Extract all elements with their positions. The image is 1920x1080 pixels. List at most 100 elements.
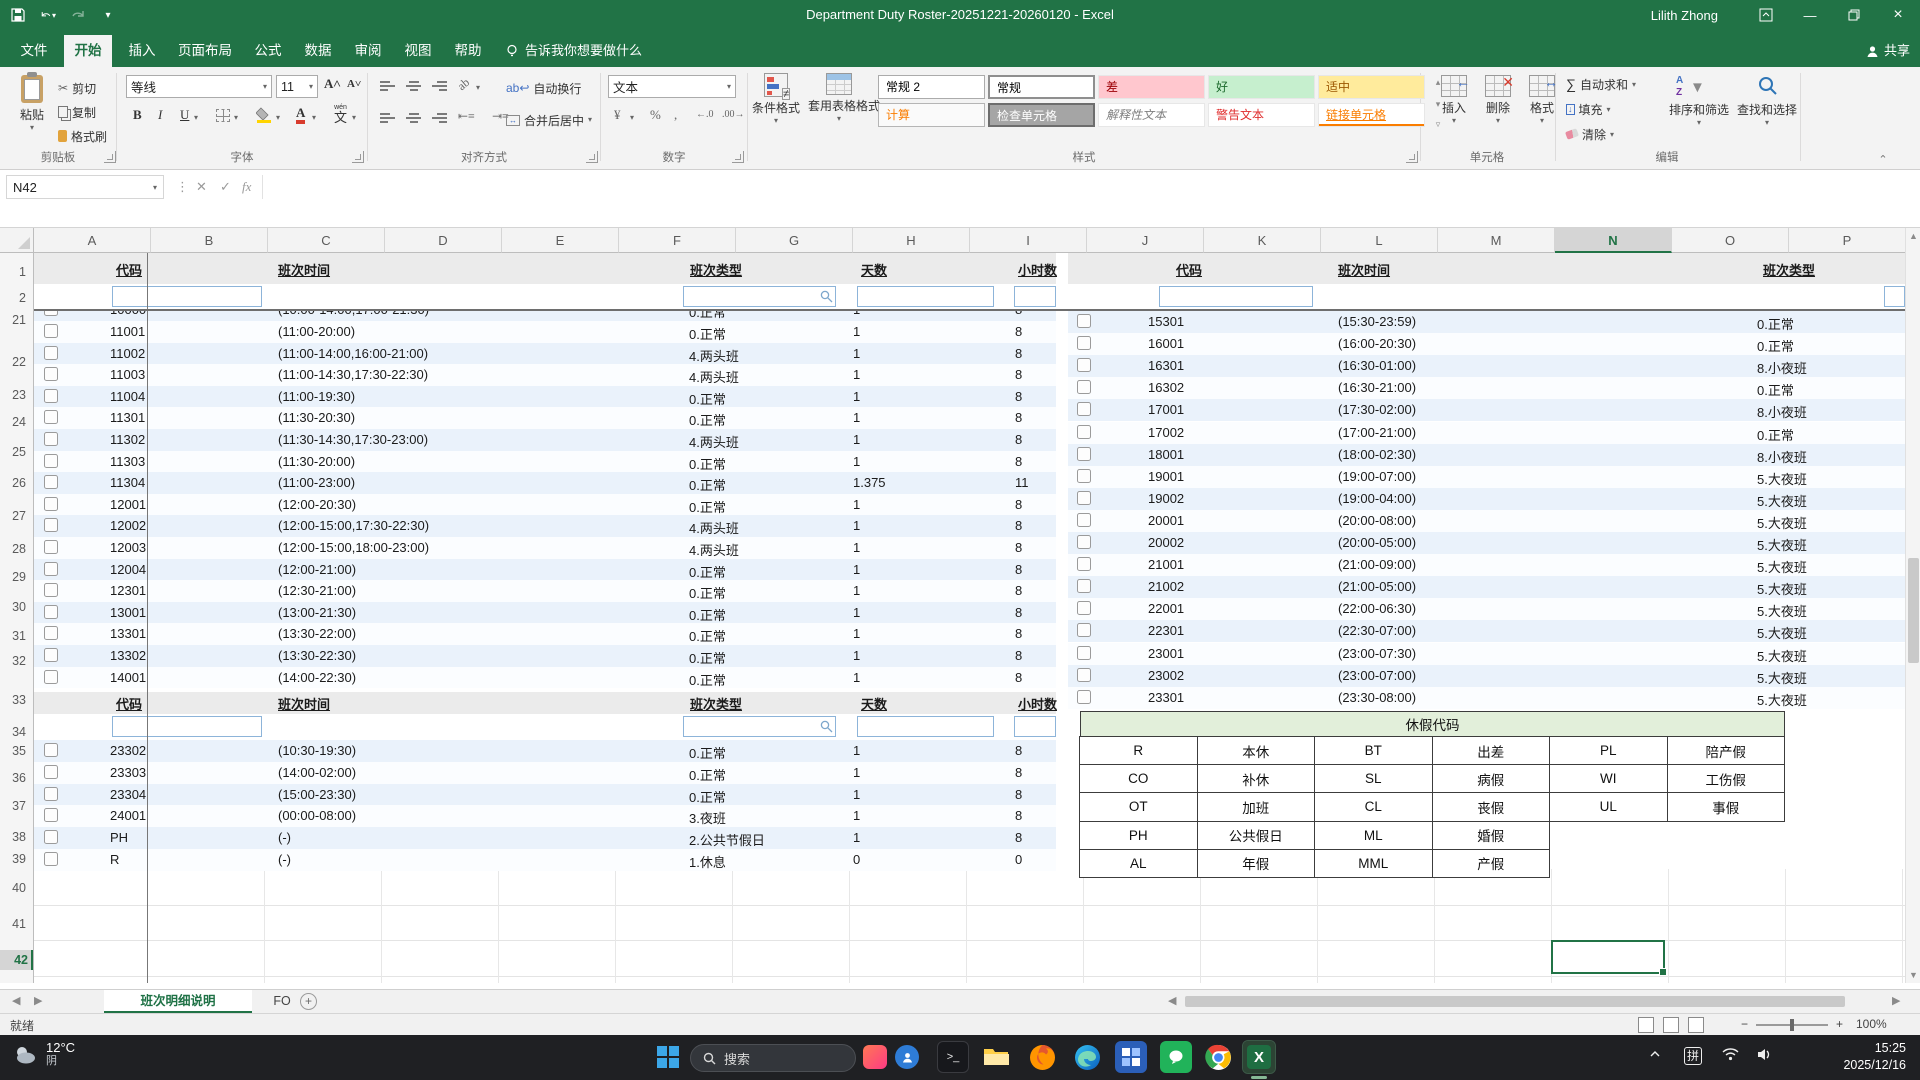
phonetic-caret-icon[interactable]: ▾ <box>352 113 356 122</box>
row-checkbox[interactable] <box>1077 690 1091 704</box>
row-checkbox[interactable] <box>44 540 58 554</box>
sheet-nav-right-icon[interactable]: ▶ <box>34 994 42 1007</box>
row-header-23[interactable]: 23 <box>0 385 30 405</box>
table-row[interactable]: 11003(11:00-14:30,17:30-22:30)4.两头班18 <box>34 364 1056 386</box>
row-header-38[interactable]: 38 <box>0 827 30 847</box>
row-header-39[interactable]: 39 <box>0 849 30 869</box>
row-checkbox[interactable] <box>44 389 58 403</box>
row-header-22[interactable]: 22 <box>0 352 30 372</box>
table-row[interactable]: 23001(23:00-07:30)5.大夜班 <box>1068 643 1905 665</box>
fill-button[interactable]: ↓填充▾ <box>1566 100 1611 118</box>
table-row[interactable]: 16301(16:30-01:00)8.小夜班 <box>1068 355 1905 377</box>
filter-input-code[interactable] <box>112 716 262 737</box>
dialog-launcher-clipboard-icon[interactable] <box>104 151 116 163</box>
column-header-J[interactable]: J <box>1087 228 1204 253</box>
zoom-in-icon[interactable]: + <box>1836 1017 1843 1031</box>
clear-button[interactable]: 清除▾ <box>1566 125 1614 143</box>
decrease-indent-icon[interactable]: ⇤≡ <box>458 109 475 124</box>
underline-icon[interactable]: U <box>180 107 189 123</box>
align-top-icon[interactable] <box>380 79 395 93</box>
column-header-M[interactable]: M <box>1438 228 1555 253</box>
percent-icon[interactable]: % <box>650 107 661 123</box>
decrease-decimal-icon[interactable]: .00→ <box>722 109 745 120</box>
table-row[interactable]: 10000(10:00-14:00,17:00-21:30)0.正常18 <box>34 309 1056 321</box>
row-checkbox[interactable] <box>1077 402 1091 416</box>
cancel-formula-icon[interactable]: ✕ <box>196 175 207 199</box>
row-checkbox[interactable] <box>44 583 58 597</box>
table-row[interactable]: 13301(13:30-22:00)0.正常18 <box>34 623 1056 645</box>
sheet-nav-left-icon[interactable]: ◀ <box>12 994 20 1007</box>
row-checkbox[interactable] <box>44 497 58 511</box>
phonetic-icon[interactable]: wén文 <box>334 103 347 123</box>
row-header-31[interactable]: 31 <box>0 626 30 646</box>
sort-filter-button[interactable]: AZ▼排序和筛选▾ <box>1668 75 1730 127</box>
ime-indicator[interactable]: 拼 <box>1684 1047 1702 1065</box>
sheet-grid[interactable]: 代码班次时间班次类型天数小时数代码班次时间班次类型10000(10:00-14:… <box>34 253 1905 983</box>
row-checkbox[interactable] <box>44 648 58 662</box>
wrap-text-button[interactable]: ab↩自动换行 <box>506 79 581 97</box>
column-header-C[interactable]: C <box>268 228 385 253</box>
table-row[interactable]: 17002(17:00-21:00)0.正常 <box>1068 422 1905 444</box>
row-checkbox[interactable] <box>44 346 58 360</box>
format-cells-button[interactable]: ↔格式▾ <box>1520 75 1564 125</box>
dialog-launcher-number-icon[interactable] <box>732 151 744 163</box>
restore-button[interactable] <box>1832 0 1876 30</box>
formula-input[interactable] <box>262 175 1910 199</box>
table-row[interactable]: 20001(20:00-08:00)5.大夜班 <box>1068 510 1905 532</box>
blue-grid-app-icon[interactable] <box>1115 1041 1147 1073</box>
vertical-scroll-thumb[interactable] <box>1908 558 1919 663</box>
row-checkbox[interactable] <box>44 670 58 684</box>
filter-input-days[interactable] <box>857 286 994 307</box>
style-check[interactable]: 检查单元格 <box>988 103 1095 127</box>
format-painter-button[interactable]: 格式刷 <box>58 127 107 145</box>
row-checkbox[interactable] <box>44 852 58 866</box>
pink-media-app-icon[interactable] <box>863 1045 887 1069</box>
edge-icon[interactable] <box>1071 1041 1103 1073</box>
accounting-format-icon[interactable]: ¥ <box>614 107 621 123</box>
align-left-icon[interactable] <box>380 111 395 125</box>
row-header-36[interactable]: 36 <box>0 768 30 788</box>
row-checkbox[interactable] <box>44 765 58 779</box>
row-checkbox[interactable] <box>44 787 58 801</box>
row-checkbox[interactable] <box>44 626 58 640</box>
filter-input-type[interactable] <box>683 286 836 307</box>
zoom-level[interactable]: 100% <box>1856 1017 1887 1031</box>
weather-widget[interactable]: 12°C 阴 <box>12 1041 75 1068</box>
column-header-L[interactable]: L <box>1321 228 1438 253</box>
merge-caret-icon[interactable]: ▾ <box>588 115 592 124</box>
table-row[interactable]: 12301(12:30-21:00)0.正常18 <box>34 580 1056 602</box>
paste-button[interactable]: 粘贴▾ <box>6 75 58 132</box>
comma-icon[interactable]: , <box>674 107 677 123</box>
format-as-table-button[interactable]: 套用表格格式▾ <box>808 73 870 123</box>
find-select-button[interactable]: 查找和选择▾ <box>1736 75 1798 127</box>
table-row[interactable]: 15301(15:30-23:59)0.正常 <box>1068 311 1905 333</box>
zoom-slider-thumb[interactable] <box>1790 1019 1794 1031</box>
dialog-launcher-styles-icon[interactable] <box>1406 151 1418 163</box>
table-row[interactable]: 11002(11:00-14:00,16:00-21:00)4.两头班18 <box>34 343 1056 365</box>
row-checkbox[interactable] <box>44 432 58 446</box>
row-checkbox[interactable] <box>44 743 58 757</box>
style-linked-cell[interactable]: 链接单元格 <box>1318 103 1425 127</box>
row-header-28[interactable]: 28 <box>0 539 30 559</box>
tab-insert[interactable]: 插入 <box>118 35 166 67</box>
row-header-37[interactable]: 37 <box>0 796 30 816</box>
accounting-caret-icon[interactable]: ▾ <box>630 113 634 122</box>
row-header-35[interactable]: 35 <box>0 741 30 761</box>
dialog-launcher-alignment-icon[interactable] <box>586 151 598 163</box>
delete-cells-button[interactable]: ✕删除▾ <box>1476 75 1520 125</box>
scroll-up-icon[interactable]: ▲ <box>1906 231 1920 241</box>
number-format-combo[interactable]: 文本▾ <box>608 75 736 98</box>
row-checkbox[interactable] <box>1077 447 1091 461</box>
row-checkbox[interactable] <box>1077 535 1091 549</box>
style-bad[interactable]: 差 <box>1098 75 1205 99</box>
merge-center-button[interactable]: ↔合并后居中 <box>506 111 584 129</box>
tab-formulas[interactable]: 公式 <box>244 35 292 67</box>
tab-file[interactable]: 文件 <box>10 35 58 67</box>
table-row[interactable]: 21002(21:00-05:00)5.大夜班 <box>1068 576 1905 598</box>
dark-app-icon[interactable]: >_ <box>937 1041 969 1073</box>
column-header-G[interactable]: G <box>736 228 853 253</box>
table-row[interactable]: 11303(11:30-20:00)0.正常18 <box>34 451 1056 473</box>
table-row[interactable]: 12003(12:00-15:00,18:00-23:00)4.两头班18 <box>34 537 1056 559</box>
close-button[interactable]: × <box>1876 0 1920 30</box>
row-header-33[interactable]: 33 <box>0 690 30 710</box>
